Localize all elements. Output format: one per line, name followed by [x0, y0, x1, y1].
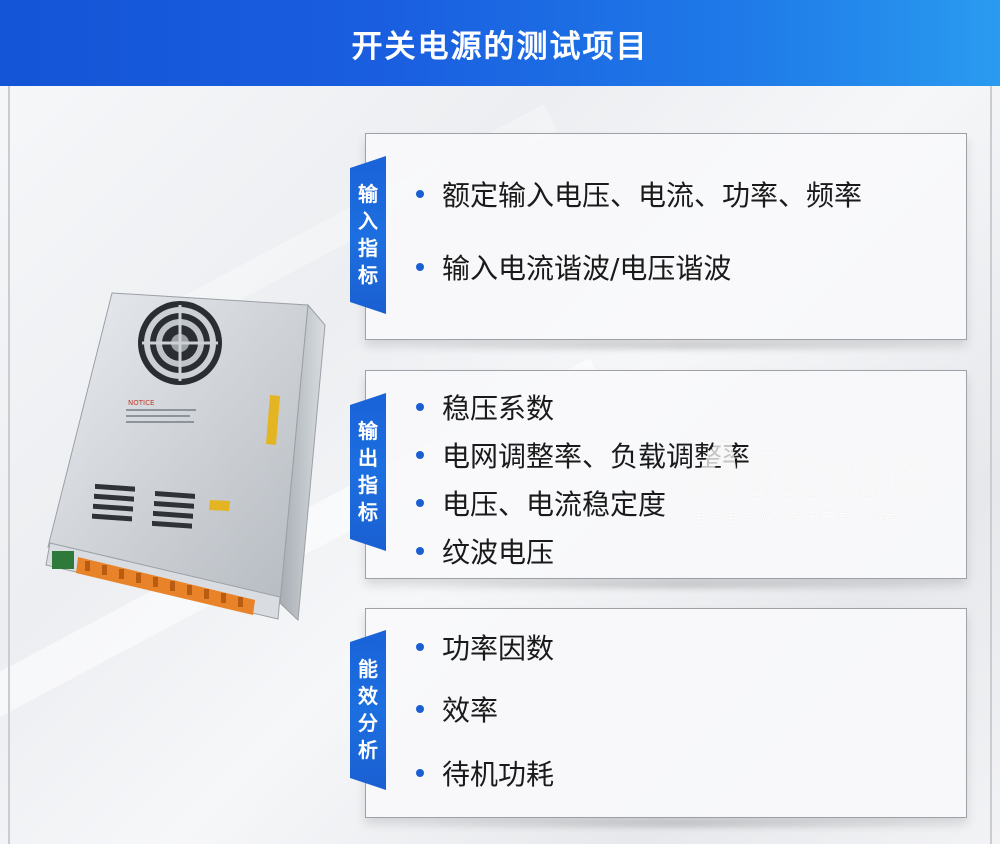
list-item-text: 功率因数 [442, 632, 555, 665]
page-title: 开关电源的测试项目 [351, 28, 649, 65]
bullet-icon [416, 547, 424, 555]
list-item-text: 电网调整率、负载调整率 [442, 440, 751, 473]
section-tag-input: 输 入 指 标 [350, 156, 386, 314]
left-frame-line [8, 86, 10, 844]
list-item: 电压、电流稳定度 [416, 483, 666, 523]
list-item: 功率因数 [416, 627, 554, 667]
list-item: 电网调整率、负载调整率 [416, 435, 750, 475]
section-tag-efficiency: 能 效 分 析 [350, 630, 386, 790]
list-item-text: 效率 [442, 694, 499, 727]
tag-char: 入 [358, 209, 378, 233]
notice-label: NOTICE [128, 399, 154, 407]
list-item: 纹波电压 [416, 531, 554, 571]
list-item-text: 纹波电压 [442, 536, 555, 569]
list-item: 待机功耗 [416, 753, 554, 793]
list-item-text: 待机功耗 [442, 758, 555, 791]
tag-char: 析 [358, 738, 378, 762]
header-banner: 开关电源的测试项目 [0, 0, 1000, 86]
bullet-icon [416, 643, 424, 651]
list-item: 额定输入电压、电流、功率、频率 [416, 174, 862, 214]
bullet-icon [416, 263, 424, 271]
tag-char: 指 [358, 473, 378, 497]
tag-char: 标 [358, 500, 378, 524]
section-output-indicators: 稳压系数 电网调整率、负载调整率 电压、电流稳定度 纹波电压 [365, 370, 967, 579]
power-supply-image: NOTICE [40, 285, 370, 630]
bullet-icon [416, 190, 424, 198]
list-item: 输入电流谐波/电压谐波 [416, 247, 731, 287]
list-item: 效率 [416, 689, 498, 729]
tag-char: 指 [358, 236, 378, 260]
bullet-icon [416, 499, 424, 507]
tag-char: 能 [358, 657, 378, 681]
list-item-text: 电压、电流稳定度 [442, 488, 667, 521]
section-tag-output: 输 出 指 标 [350, 393, 386, 551]
tag-char: 效 [358, 684, 378, 708]
section-efficiency-analysis: 功率因数 效率 待机功耗 [365, 608, 967, 818]
tag-char: 出 [358, 446, 378, 470]
tag-char: 分 [358, 711, 378, 735]
bullet-icon [416, 403, 424, 411]
bullet-icon [416, 769, 424, 777]
section-input-indicators: 额定输入电压、电流、功率、频率 输入电流谐波/电压谐波 [365, 133, 967, 340]
tag-char: 标 [358, 263, 378, 287]
bullet-icon [416, 705, 424, 713]
list-item: 稳压系数 [416, 387, 554, 427]
tag-char: 输 [358, 182, 378, 206]
list-item-text: 额定输入电压、电流、功率、频率 [442, 179, 863, 212]
bullet-icon [416, 451, 424, 459]
right-frame-line [990, 86, 992, 844]
list-item-text: 输入电流谐波/电压谐波 [442, 252, 732, 285]
tag-char: 输 [358, 419, 378, 443]
list-item-text: 稳压系数 [442, 392, 555, 425]
